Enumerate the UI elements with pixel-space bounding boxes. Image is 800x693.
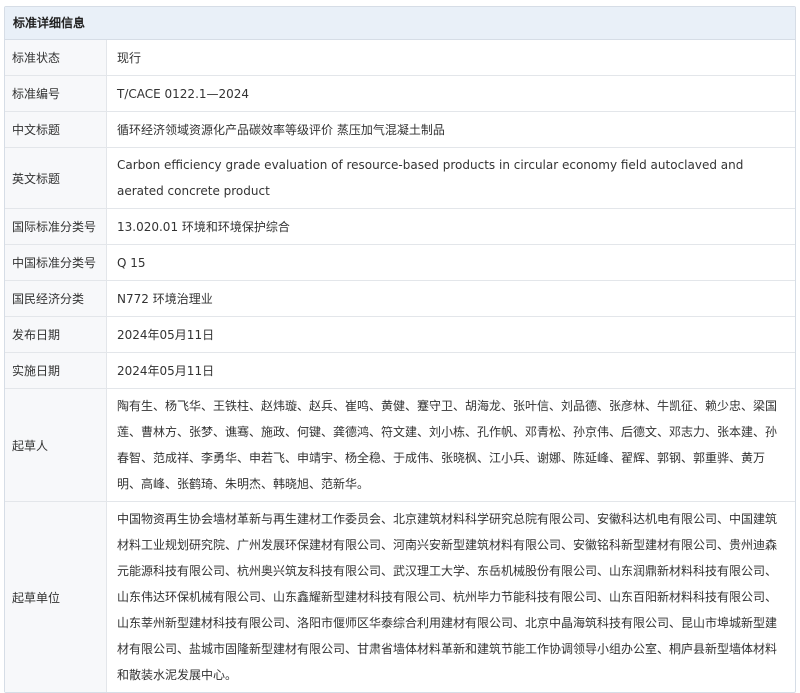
row-publish-date: 发布日期 2024年05月11日 [5,316,795,353]
row-status: 标准状态 现行 [5,40,795,76]
row-value: T/CACE 0122.1—2024 [106,75,795,112]
row-label: 实施日期 [5,352,107,389]
row-value: Carbon efficiency grade evaluation of re… [106,147,795,209]
row-chinese-title: 中文标题 循环经济领域资源化产品碳效率等级评价 蒸压加气混凝土制品 [5,111,795,148]
row-value: 2024年05月11日 [106,316,795,353]
row-drafting-units: 起草单位 中国物资再生协会墙材革新与再生建材工作委员会、北京建筑材料科学研究总院… [5,501,795,692]
row-label: 起草人 [5,388,107,502]
row-label: 英文标题 [5,147,107,209]
row-label: 中国标准分类号 [5,244,107,281]
detail-table: 标准状态 现行 标准编号 T/CACE 0122.1—2024 中文标题 循环经… [5,40,795,692]
row-value: Q 15 [106,244,795,281]
row-value: 13.020.01 环境和环境保护综合 [106,208,795,245]
row-value: N772 环境治理业 [106,280,795,317]
row-drafters: 起草人 陶有生、杨飞华、王铁柱、赵炜璇、赵兵、崔鸣、黄健、蹇守卫、胡海龙、张叶信… [5,388,795,502]
section-title: 标准详细信息 [5,7,795,40]
row-english-title: 英文标题 Carbon efficiency grade evaluation … [5,147,795,209]
row-label: 起草单位 [5,501,107,692]
row-ics: 国际标准分类号 13.020.01 环境和环境保护综合 [5,208,795,245]
row-value: 循环经济领域资源化产品碳效率等级评价 蒸压加气混凝土制品 [106,111,795,148]
row-label: 标准编号 [5,75,107,112]
standard-detail-card: 标准详细信息 标准状态 现行 标准编号 T/CACE 0122.1—2024 中… [4,6,796,693]
standard-detail-panel: 标准详细信息 标准状态 现行 标准编号 T/CACE 0122.1—2024 中… [4,6,796,693]
row-value: 现行 [106,40,795,76]
row-economic-class: 国民经济分类 N772 环境治理业 [5,280,795,317]
row-label: 国际标准分类号 [5,208,107,245]
row-label: 中文标题 [5,111,107,148]
row-label: 标准状态 [5,40,107,76]
row-standard-number: 标准编号 T/CACE 0122.1—2024 [5,75,795,112]
row-value: 陶有生、杨飞华、王铁柱、赵炜璇、赵兵、崔鸣、黄健、蹇守卫、胡海龙、张叶信、刘品德… [106,388,795,502]
row-value: 中国物资再生协会墙材革新与再生建材工作委员会、北京建筑材料科学研究总院有限公司、… [117,512,778,682]
row-label: 国民经济分类 [5,280,107,317]
row-value: 2024年05月11日 [106,352,795,389]
row-implement-date: 实施日期 2024年05月11日 [5,352,795,389]
row-ccs: 中国标准分类号 Q 15 [5,244,795,281]
row-label: 发布日期 [5,316,107,353]
